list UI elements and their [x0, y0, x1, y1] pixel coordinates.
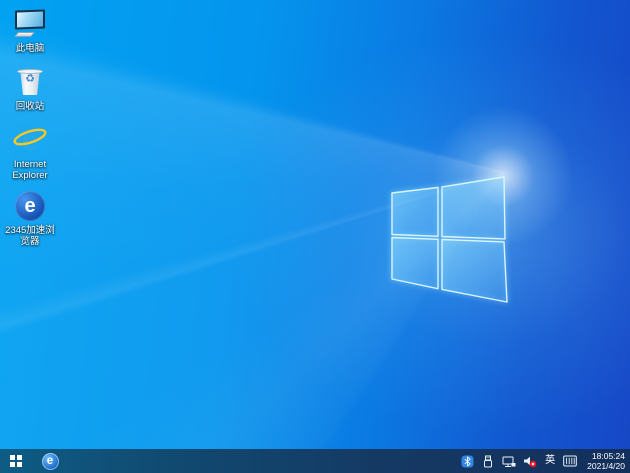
desktop-icon-internet-explorer[interactable]: e Internet Explorer: [1, 124, 59, 181]
clock-time: 18:05:24: [591, 451, 625, 461]
volume-muted-icon: [524, 456, 537, 467]
volume-muted-tray-button[interactable]: [523, 449, 537, 473]
desktop-icon-2345-browser[interactable]: e 2345加速浏 览器: [1, 190, 59, 247]
keyboard-shape: [14, 32, 35, 37]
clock-date: 2021/4/20: [587, 461, 625, 471]
windows-start-icon: [9, 454, 23, 468]
network-icon: [502, 456, 516, 467]
touch-keyboard-icon: [563, 455, 577, 467]
ime-language-indicator[interactable]: 英: [544, 449, 556, 473]
this-pc-icon: [13, 8, 47, 40]
desktop-icon-this-pc[interactable]: 此电脑: [1, 8, 59, 54]
icon-label-2345-line1: 2345加速浏: [5, 225, 55, 236]
system-tray: 英 18:05:24 2021/4/20: [460, 449, 630, 473]
taskbar-pinned-2345-browser[interactable]: e: [36, 449, 64, 473]
network-tray-button[interactable]: [502, 449, 516, 473]
recycle-symbol: ♻: [25, 73, 35, 85]
desktop-background[interactable]: 此电脑 ♻ 回收站 e Internet Explorer e 2345加速浏 …: [0, 0, 630, 473]
taskbar-clock[interactable]: 18:05:24 2021/4/20: [584, 451, 625, 471]
desktop-icon-recycle-bin[interactable]: ♻ 回收站: [1, 66, 59, 112]
start-button[interactable]: [0, 449, 32, 473]
windows-logo-wallpaper: [391, 176, 508, 303]
usb-icon: [484, 455, 493, 467]
internet-explorer-icon: e: [13, 124, 47, 156]
icon-label-this-pc: 此电脑: [15, 43, 45, 54]
browser-e-glyph: e: [15, 191, 45, 221]
monitor-screen-shape: [15, 9, 45, 30]
bluetooth-tray-button[interactable]: [460, 449, 474, 473]
2345-browser-icon: e: [13, 190, 47, 222]
icon-label-2345-line2: 览器: [20, 236, 40, 247]
windows-desktop-screen: 此电脑 ♻ 回收站 e Internet Explorer e 2345加速浏 …: [0, 0, 630, 473]
touch-keyboard-tray-button[interactable]: [563, 449, 577, 473]
bluetooth-icon: [461, 455, 474, 467]
taskbar: e 英 18:05:24 2021/4/20: [0, 449, 630, 473]
icon-label-recycle-bin: 回收站: [15, 101, 45, 112]
icon-label-ie-line1: Internet: [13, 159, 47, 170]
browser-e-icon: e: [41, 452, 59, 470]
usb-device-tray-button[interactable]: [481, 449, 495, 473]
icon-label-ie-line2: Explorer: [12, 170, 48, 181]
recycle-bin-icon: ♻: [13, 66, 47, 98]
